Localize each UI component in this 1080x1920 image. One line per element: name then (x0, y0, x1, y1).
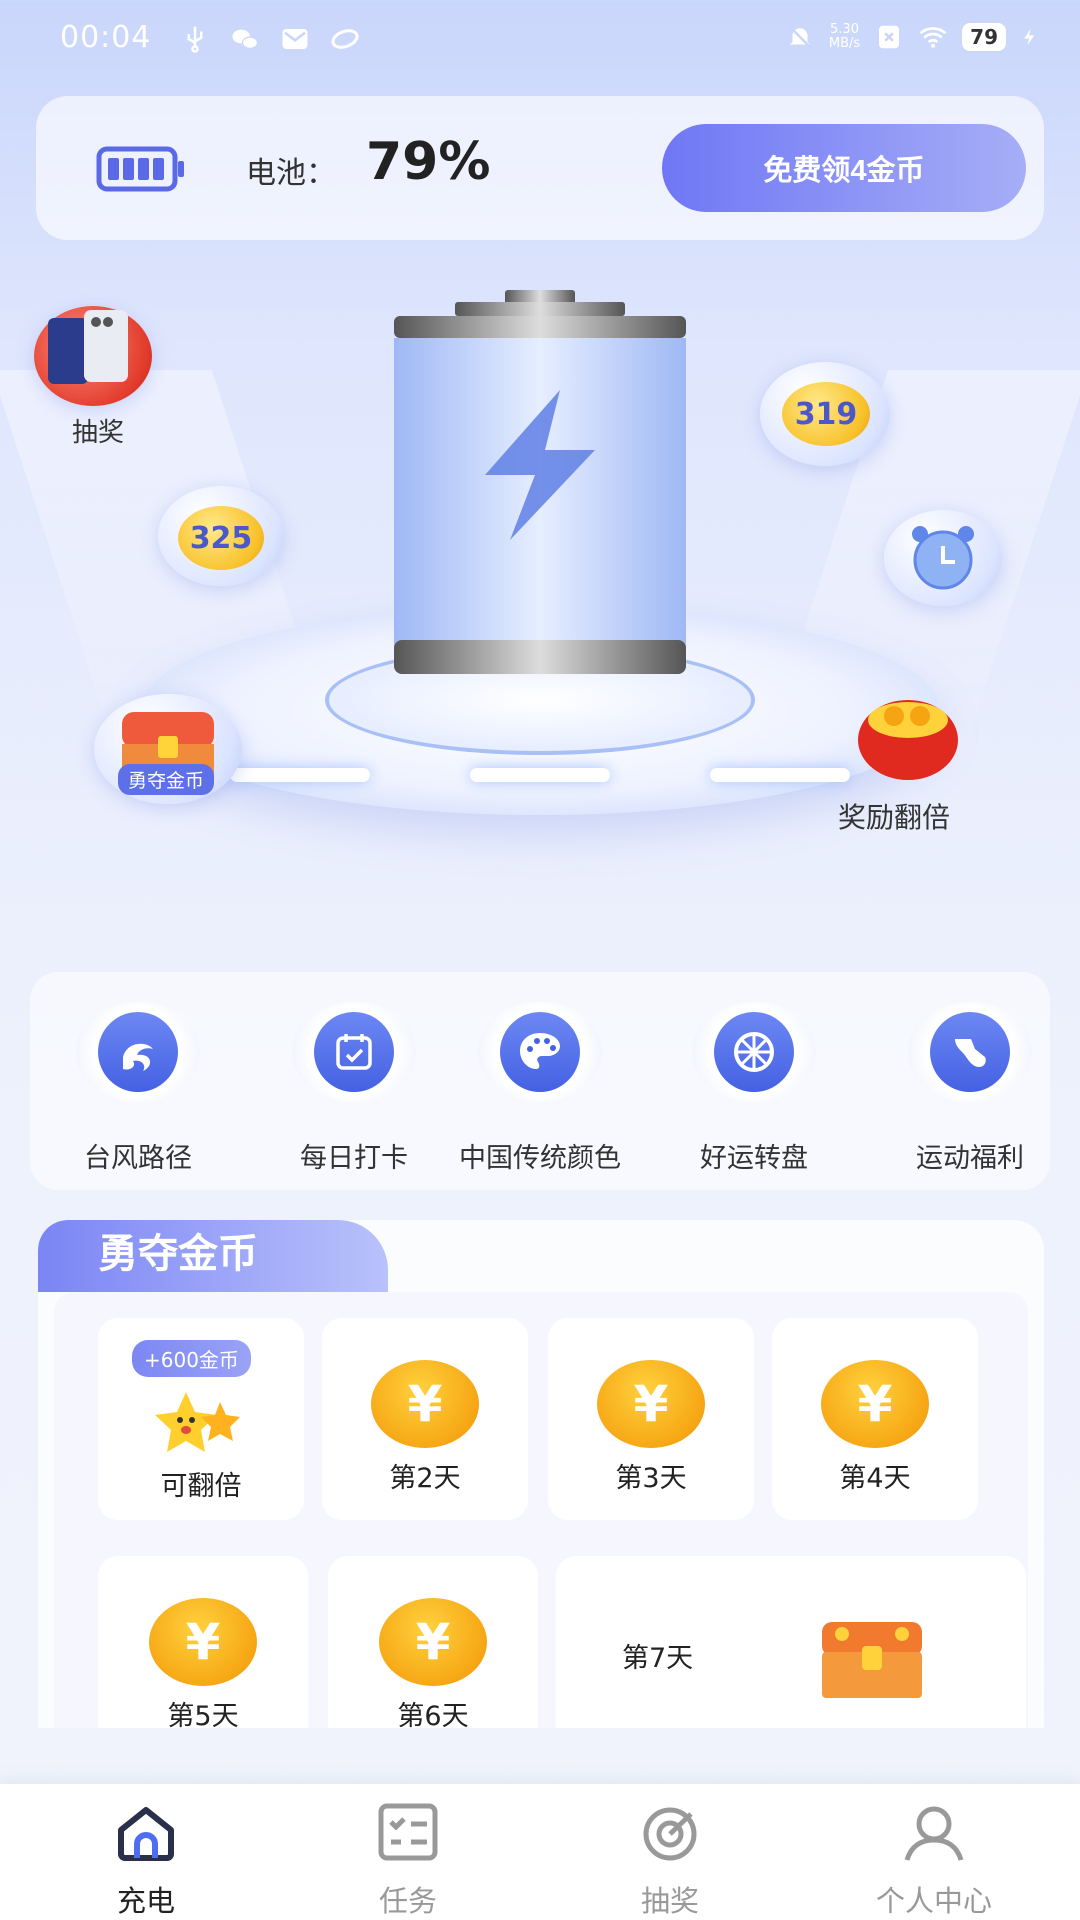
day-label: 第5天 (167, 1701, 239, 1728)
net-speed-value: 5.30 (830, 22, 859, 37)
quick-icon-wrap (292, 1002, 416, 1102)
status-bar: 00:04 5.30 MB/s 79 (0, 0, 1080, 80)
chest-badge: 勇夺金币 (118, 764, 215, 795)
bonus-badge: +600金币 (132, 1340, 251, 1377)
nav-label: 充电 (116, 1884, 175, 1918)
quick-icon-wrap (478, 1002, 602, 1102)
day-label: 第6天 (397, 1701, 469, 1728)
nav-label: 个人中心 (875, 1884, 992, 1918)
bottom-nav: 充电 任务 抽奖 个人中心 (0, 1784, 1080, 1920)
nav-label: 抽奖 (640, 1884, 699, 1918)
hero-scene: 抽奖 325 319 勇夺金币 奖励翻倍 (0, 250, 1080, 890)
home-icon (118, 1807, 174, 1861)
notification-icons (180, 24, 360, 54)
free-coin-button[interactable]: 免费领4金币 (662, 124, 1026, 212)
nav-tab-profile[interactable]: 个人中心 (834, 1802, 1034, 1920)
platform-light (230, 768, 370, 782)
quick-action-label: 中国传统颜色 (459, 1143, 621, 1174)
yen-coin-icon: ¥ (597, 1360, 705, 1448)
yen-coin-icon: ¥ (371, 1360, 479, 1448)
battery-label: 电池： (246, 156, 336, 191)
network-speed: 5.30 MB/s (829, 23, 860, 51)
quick-action-label: 好运转盘 (700, 1143, 808, 1174)
day-card-6[interactable]: ¥ 第6天 (328, 1556, 538, 1728)
task-list-icon (378, 1803, 438, 1861)
quick-action-typhoon[interactable]: 台风路径 (38, 1002, 238, 1175)
platform-light (470, 768, 610, 782)
mute-icon (787, 24, 812, 50)
yen-coin-icon: ¥ (379, 1598, 487, 1686)
alarm-clock-icon (912, 526, 974, 590)
quick-icon-wrap (692, 1002, 816, 1102)
quick-action-wheel[interactable]: 好运转盘 (654, 1002, 854, 1175)
quick-action-colors[interactable]: 中国传统颜色 (440, 1002, 640, 1175)
coin-challenge-section: 勇夺金币 +600金币 可翻倍 ¥ 第2天 ¥ 第3天 ¥ 第4天 ¥ 第5天 … (38, 1220, 1044, 1728)
quick-action-label: 台风路径 (84, 1143, 192, 1174)
double-reward-label: 奖励翻倍 (838, 801, 951, 834)
typhoon-icon (98, 1012, 178, 1092)
alarm-bubble[interactable] (884, 510, 1002, 606)
day-label: 第7天 (622, 1643, 694, 1674)
nav-tab-tasks[interactable]: 任务 (308, 1802, 508, 1920)
quick-action-checkin[interactable]: 每日打卡 (254, 1002, 454, 1175)
wechat-icon (232, 29, 259, 49)
battery-card: 电池： 79% 免费领4金币 (36, 96, 1044, 240)
battery-indicator: 79 (962, 23, 1006, 51)
day-card-7[interactable]: 第7天 (556, 1556, 1026, 1728)
double-reward-bowl[interactable] (850, 686, 966, 786)
app-icon (331, 29, 359, 49)
system-status: 5.30 MB/s 79 (785, 22, 1040, 52)
mail-icon (282, 29, 308, 49)
quick-action-sport[interactable]: 运动福利 (870, 1002, 1070, 1175)
day-card-5[interactable]: ¥ 第5天 (98, 1556, 308, 1728)
charging-icon (1024, 28, 1035, 46)
quick-icon-wrap (76, 1002, 200, 1102)
lottery-label: 抽奖 (72, 418, 125, 448)
nav-tab-lottery[interactable]: 抽奖 (570, 1802, 770, 1920)
status-time: 00:04 (60, 20, 152, 55)
shoe-icon (930, 1012, 1010, 1092)
usb-icon (187, 26, 203, 53)
yen-coin-icon: ¥ (149, 1598, 257, 1686)
battery-percentage: 79% (366, 132, 491, 192)
gold-bowl-icon (858, 700, 958, 780)
lottery-bubble[interactable] (34, 306, 152, 406)
platform-light (710, 768, 850, 782)
battery-illustration (394, 290, 686, 674)
day-card-1[interactable]: +600金币 可翻倍 (98, 1318, 304, 1520)
day-label: 可翻倍 (160, 1471, 242, 1502)
sim-x-icon (879, 25, 900, 49)
day-card-4[interactable]: ¥ 第4天 (772, 1318, 978, 1520)
section-title: 勇夺金币 (38, 1220, 388, 1292)
day-card-3[interactable]: ¥ 第3天 (548, 1318, 754, 1520)
day-label: 第4天 (839, 1463, 911, 1494)
coin-319: 319 (782, 382, 870, 446)
net-speed-unit: MB/s (828, 36, 861, 51)
nav-label: 任务 (378, 1884, 437, 1918)
coin-325: 325 (178, 506, 264, 570)
calendar-check-icon (314, 1012, 394, 1092)
day-grid: +600金币 可翻倍 ¥ 第2天 ¥ 第3天 ¥ 第4天 ¥ 第5天 ¥ 第6天… (54, 1292, 1028, 1728)
quick-actions-card: 台风路径 每日打卡 中国传统颜色 好运转盘 运动福利 (30, 972, 1050, 1190)
yen-coin-icon: ¥ (821, 1360, 929, 1448)
palette-icon (500, 1012, 580, 1092)
wheel-icon (714, 1012, 794, 1092)
phone-prize-icon (48, 310, 128, 384)
profile-icon (904, 1806, 964, 1861)
platform-lights (230, 768, 850, 792)
quick-icon-wrap (908, 1002, 1032, 1102)
battery-icon (96, 146, 184, 192)
star-mascot-icon (155, 1392, 240, 1452)
treasure-chest-icon (822, 1622, 922, 1698)
nav-tab-charge[interactable]: 充电 (46, 1802, 246, 1920)
wifi-icon (919, 27, 947, 48)
quick-action-label: 运动福利 (916, 1143, 1024, 1174)
day-label: 第2天 (389, 1463, 461, 1494)
lottery-icon (643, 1807, 697, 1861)
quick-action-label: 每日打卡 (300, 1143, 408, 1174)
day-card-2[interactable]: ¥ 第2天 (322, 1318, 528, 1520)
day-label: 第3天 (615, 1463, 687, 1494)
